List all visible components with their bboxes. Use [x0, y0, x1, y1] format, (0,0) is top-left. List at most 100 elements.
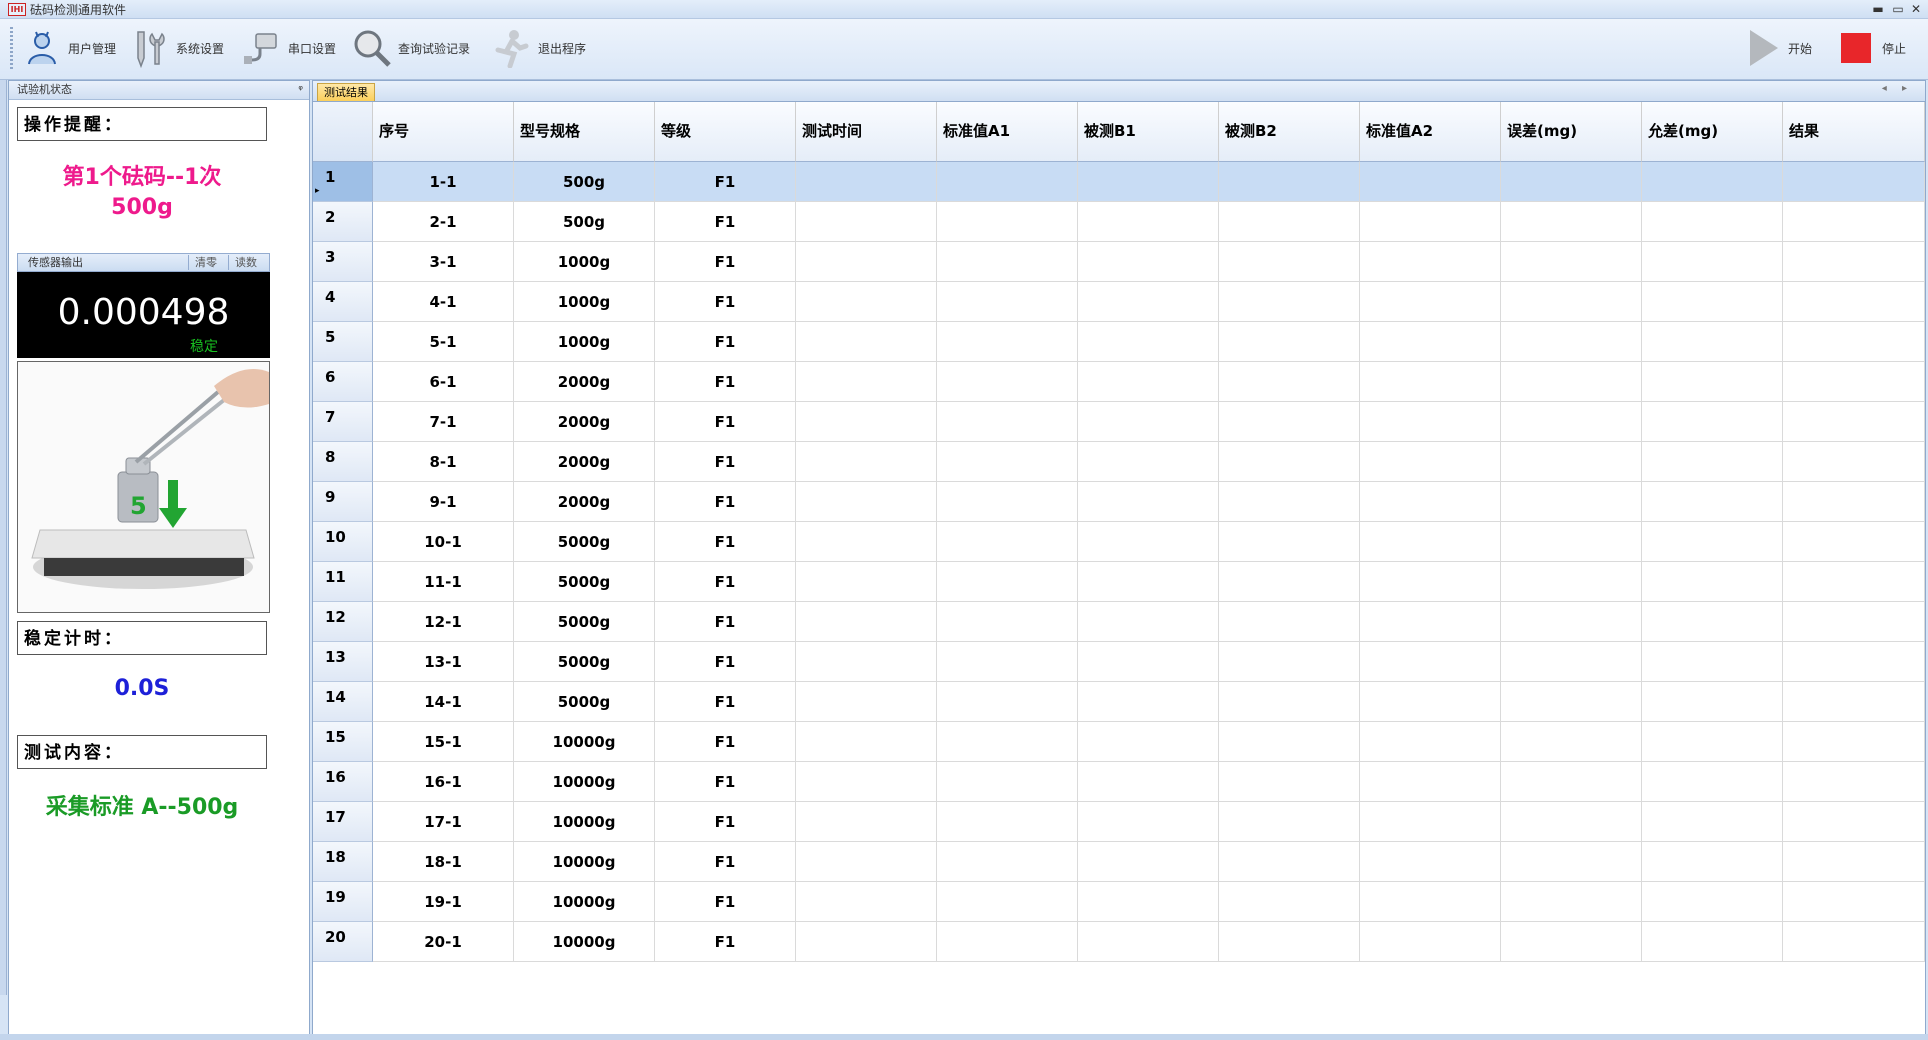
table-row[interactable]: 11 11-1 5000g F1 [313, 562, 1925, 602]
table-cell[interactable] [1642, 242, 1783, 282]
table-cell[interactable] [937, 762, 1078, 802]
table-cell[interactable] [1078, 842, 1219, 882]
table-cell[interactable] [1219, 842, 1360, 882]
table-cell[interactable]: 13-1 [373, 642, 514, 682]
table-cell[interactable] [1501, 802, 1642, 842]
table-cell[interactable] [1642, 442, 1783, 482]
row-number[interactable]: 2 [313, 202, 373, 242]
table-cell[interactable] [1783, 522, 1925, 562]
table-cell[interactable]: 5000g [514, 642, 655, 682]
table-cell[interactable]: F1 [655, 162, 796, 202]
table-cell[interactable]: 9-1 [373, 482, 514, 522]
row-number[interactable]: 8 [313, 442, 373, 482]
table-cell[interactable] [1078, 562, 1219, 602]
table-cell[interactable]: 6-1 [373, 362, 514, 402]
table-cell[interactable]: 10000g [514, 922, 655, 962]
exit-program-button[interactable]: 退出程序 [492, 25, 586, 71]
table-row[interactable]: 5 5-1 1000g F1 [313, 322, 1925, 362]
row-number[interactable]: 12 [313, 602, 373, 642]
table-cell[interactable] [1783, 482, 1925, 522]
table-cell[interactable]: 1-1 [373, 162, 514, 202]
table-cell[interactable]: 8-1 [373, 442, 514, 482]
table-cell[interactable] [1219, 282, 1360, 322]
table-row[interactable]: 9 9-1 2000g F1 [313, 482, 1925, 522]
table-cell[interactable] [937, 722, 1078, 762]
table-cell[interactable] [796, 362, 937, 402]
table-cell[interactable] [1642, 682, 1783, 722]
table-cell[interactable]: 15-1 [373, 722, 514, 762]
table-cell[interactable] [1219, 642, 1360, 682]
table-cell[interactable]: 3-1 [373, 242, 514, 282]
column-header[interactable]: 被测B1 [1078, 102, 1219, 162]
table-cell[interactable] [1078, 482, 1219, 522]
table-cell[interactable] [1783, 762, 1925, 802]
table-cell[interactable]: 1000g [514, 322, 655, 362]
row-number[interactable]: 4 [313, 282, 373, 322]
table-cell[interactable] [1078, 762, 1219, 802]
table-cell[interactable] [1783, 402, 1925, 442]
table-cell[interactable]: 10-1 [373, 522, 514, 562]
table-cell[interactable] [937, 842, 1078, 882]
table-cell[interactable] [1783, 802, 1925, 842]
minimize-button[interactable]: ▬ [1868, 0, 1888, 18]
table-cell[interactable] [1783, 562, 1925, 602]
table-cell[interactable] [1642, 402, 1783, 442]
table-cell[interactable] [1219, 242, 1360, 282]
table-cell[interactable]: F1 [655, 362, 796, 402]
table-cell[interactable]: 5000g [514, 602, 655, 642]
table-cell[interactable] [1360, 802, 1501, 842]
table-cell[interactable] [796, 442, 937, 482]
table-cell[interactable] [1501, 642, 1642, 682]
table-cell[interactable] [796, 922, 937, 962]
table-cell[interactable] [796, 202, 937, 242]
table-cell[interactable] [1360, 282, 1501, 322]
table-cell[interactable] [937, 282, 1078, 322]
table-cell[interactable] [1501, 482, 1642, 522]
table-cell[interactable] [1501, 882, 1642, 922]
table-cell[interactable] [1783, 242, 1925, 282]
table-cell[interactable] [1219, 602, 1360, 642]
table-cell[interactable] [937, 242, 1078, 282]
table-cell[interactable]: 2000g [514, 362, 655, 402]
row-header-corner[interactable] [313, 102, 373, 162]
table-cell[interactable]: F1 [655, 482, 796, 522]
table-cell[interactable]: F1 [655, 242, 796, 282]
table-cell[interactable]: 18-1 [373, 842, 514, 882]
table-cell[interactable] [1219, 562, 1360, 602]
table-row[interactable]: 20 20-1 10000g F1 [313, 922, 1925, 962]
table-cell[interactable]: F1 [655, 842, 796, 882]
table-cell[interactable]: 10000g [514, 802, 655, 842]
row-number[interactable]: 3 [313, 242, 373, 282]
table-cell[interactable] [1501, 162, 1642, 202]
table-cell[interactable] [1360, 882, 1501, 922]
table-row[interactable]: 12 12-1 5000g F1 [313, 602, 1925, 642]
table-cell[interactable] [1783, 442, 1925, 482]
table-cell[interactable] [796, 402, 937, 442]
table-cell[interactable] [937, 922, 1078, 962]
table-cell[interactable]: F1 [655, 882, 796, 922]
table-cell[interactable]: 14-1 [373, 682, 514, 722]
table-cell[interactable]: 10000g [514, 762, 655, 802]
table-cell[interactable]: 5000g [514, 522, 655, 562]
table-cell[interactable] [1501, 842, 1642, 882]
column-header[interactable]: 允差(mg) [1642, 102, 1783, 162]
table-row[interactable]: 18 18-1 10000g F1 [313, 842, 1925, 882]
table-cell[interactable]: F1 [655, 282, 796, 322]
table-row[interactable]: 16 16-1 10000g F1 [313, 762, 1925, 802]
table-cell[interactable] [1501, 362, 1642, 402]
table-cell[interactable] [937, 802, 1078, 842]
table-cell[interactable] [796, 722, 937, 762]
table-row[interactable]: 3 3-1 1000g F1 [313, 242, 1925, 282]
table-cell[interactable] [796, 602, 937, 642]
row-number[interactable]: 13 [313, 642, 373, 682]
tab-scroll-arrows-icon[interactable]: ◂ ▸ [1882, 83, 1913, 94]
row-number[interactable]: 18 [313, 842, 373, 882]
table-cell[interactable] [1078, 922, 1219, 962]
table-row[interactable]: 17 17-1 10000g F1 [313, 802, 1925, 842]
table-cell[interactable] [937, 522, 1078, 562]
table-cell[interactable]: 5-1 [373, 322, 514, 362]
table-cell[interactable] [1642, 722, 1783, 762]
table-cell[interactable]: 19-1 [373, 882, 514, 922]
table-cell[interactable]: F1 [655, 202, 796, 242]
column-header[interactable]: 标准值A1 [937, 102, 1078, 162]
